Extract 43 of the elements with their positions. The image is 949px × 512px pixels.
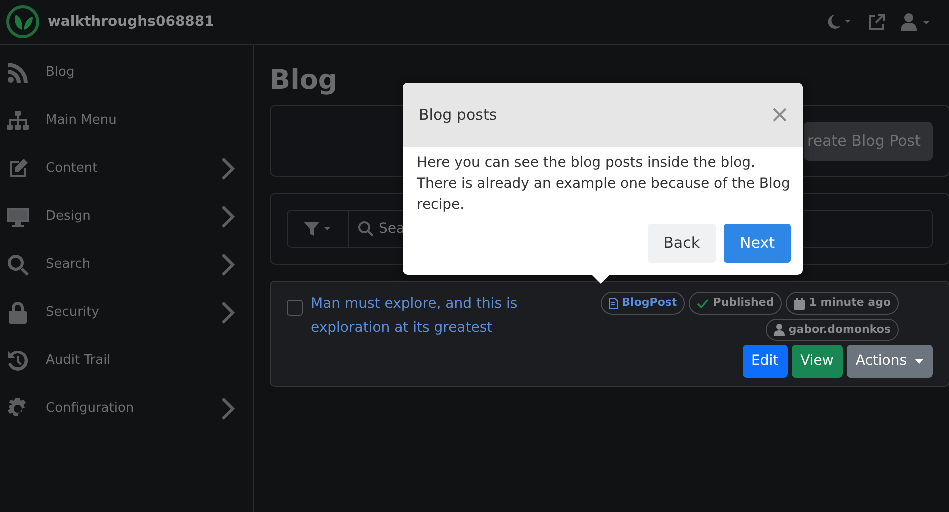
sidebar-item[interactable]: Audit Trail [0, 337, 253, 385]
edit-button[interactable]: Edit [742, 345, 788, 378]
logo-icon [6, 5, 40, 39]
badge: Published [689, 292, 782, 315]
caret-icon [915, 359, 924, 364]
moon-icon[interactable] [826, 14, 852, 30]
rss-icon [6, 61, 30, 85]
sidebar-item[interactable]: Configuration [0, 385, 253, 433]
checkbox[interactable] [287, 300, 303, 316]
sitemap-icon [6, 109, 30, 133]
sidebar-item[interactable]: Design [0, 193, 253, 241]
sidebar-item[interactable]: Search [0, 241, 253, 289]
next-button[interactable]: Next [724, 224, 791, 263]
sidebar-item[interactable]: Content [0, 145, 253, 193]
back-button[interactable]: Back [648, 224, 716, 263]
lock-icon [6, 301, 30, 325]
close-icon[interactable] [773, 108, 787, 122]
document-icon [609, 298, 618, 310]
check-icon [697, 298, 710, 309]
sidebar-item[interactable]: Security [0, 289, 253, 337]
search-icon [358, 221, 374, 238]
monitor-icon [6, 205, 30, 229]
brand-name[interactable]: walkthroughs068881 [48, 12, 214, 32]
filter-icon [304, 222, 332, 236]
actions-dropdown[interactable]: Actions [846, 345, 933, 378]
external-link-icon[interactable] [868, 14, 885, 30]
calendar-icon [794, 298, 806, 310]
view-button[interactable]: View [792, 345, 843, 378]
filter-button[interactable] [287, 210, 349, 248]
history-icon [6, 349, 30, 373]
page-title: Blog [270, 65, 339, 98]
user-icon [774, 324, 785, 336]
create-button[interactable]: reate Blog Post [804, 122, 933, 161]
sidebar-item[interactable]: Blog [0, 49, 253, 97]
item-title-link[interactable]: Man must explore, and this is exploration at its greatest [311, 292, 561, 378]
badge: gabor.domonkos [766, 318, 899, 342]
user-icon[interactable] [901, 13, 933, 31]
popover-text: Here you can see the blog posts inside the blog. There is already an example one because of the Blog recipe. [417, 154, 791, 215]
popover-title: Blog posts [419, 104, 498, 126]
badge: BlogPost [601, 292, 686, 315]
badge: 1 minute ago [786, 292, 899, 315]
search-icon [6, 253, 30, 277]
sidebar-item[interactable]: Main Menu [0, 97, 253, 145]
